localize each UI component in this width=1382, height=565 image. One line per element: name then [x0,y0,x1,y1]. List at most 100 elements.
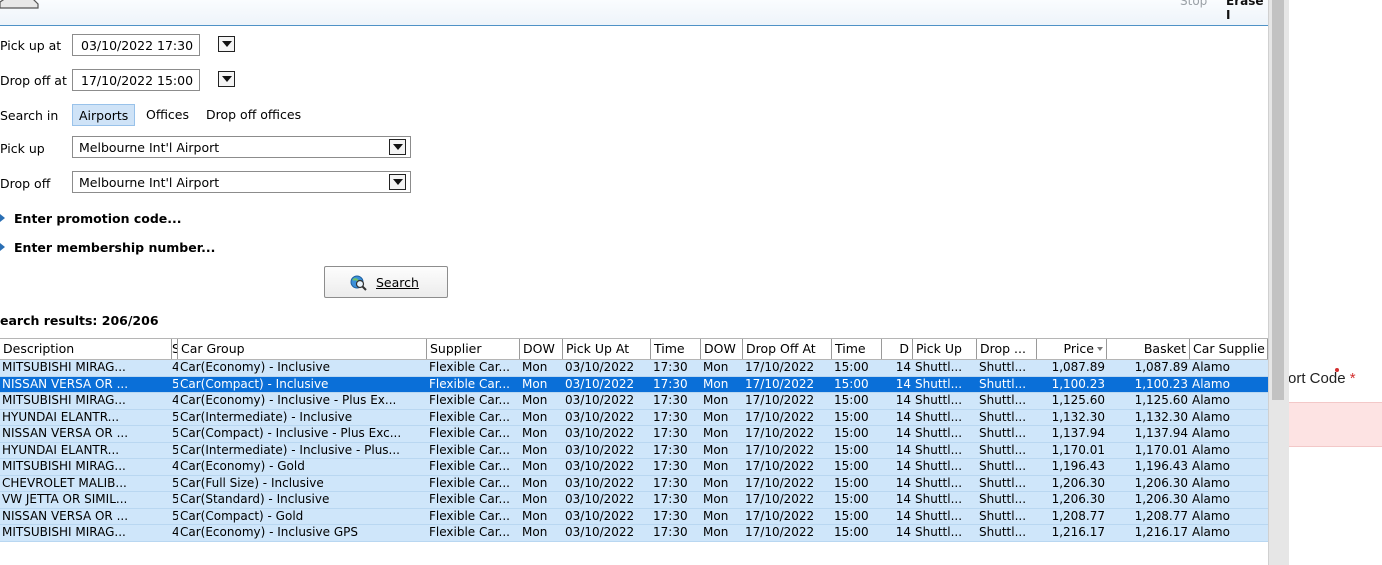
cell-dropoff-dow: Mon [703,525,729,539]
table-row[interactable]: NISSAN VERSA OR ... 5 Car(Compact) - Inclu… [0,426,1268,443]
column-header-car-group[interactable]: Car Group [178,339,427,359]
cell-price: 1,206.30 [1051,492,1105,506]
table-row[interactable]: HYUNDAI ELANTR... 5 Car(Intermediate) - In… [0,409,1268,426]
cell-dropoff-date: 17/10/2022 [745,393,815,407]
table-row[interactable]: MITSUBISHI MIRAG... 4 Car(Economy) - Inclu… [0,525,1268,542]
dropoff-location-dropdown-icon[interactable] [389,174,406,190]
cell-pickup-type: Shuttl... [915,492,963,506]
cell-pickup-time: 17:30 [653,508,688,523]
cell-dropoff-time: 15:00 [834,525,869,539]
cell-days: 14 [895,492,911,506]
column-header-price[interactable]: Price [1037,339,1107,359]
table-row[interactable]: CHEVROLET MALIB... 5 Car(Full Size) - Incl… [0,475,1268,492]
cell-dropoff-type: Shuttl... [979,459,1027,473]
cell-days: 14 [895,409,911,424]
cell-pickup-time: 17:30 [653,475,688,490]
cell-basket: 1,170.01 [1134,442,1188,457]
cell-car-supplier: Alamo [1192,459,1230,473]
cell-dropoff-time: 15:00 [834,376,869,391]
column-header-dropoff-type[interactable]: Drop ... [977,339,1037,359]
cell-dropoff-dow: Mon [703,459,729,473]
search-in-airports[interactable]: Airports [72,104,136,126]
cell-dropoff-time: 15:00 [834,459,869,473]
cell-dropoff-dow: Mon [703,360,729,374]
column-header-label: Supplier [430,341,482,356]
pickup-location-select[interactable]: Melbourne Int'l Airport [72,136,411,158]
cell-pickup-dow: Mon [522,442,548,457]
column-header-days[interactable]: D [882,339,913,359]
cell-days: 14 [895,376,911,391]
table-row[interactable]: MITSUBISHI MIRAG... 4 Car(Economy) - Gold F… [0,459,1268,476]
cell-dropoff-time: 15:00 [834,426,869,440]
cell-description: NISSAN VERSA OR ... [2,508,129,523]
cell-pickup-type: Shuttl... [915,376,963,391]
dropoff-datetime-field[interactable]: 17/10/2022 15:00 [72,69,200,91]
cell-dropoff-dow: Mon [703,426,729,440]
column-header-supplier[interactable]: Supplier [427,339,520,359]
search-results-count: earch results: 206/206 [0,313,159,328]
column-header-pickup-type[interactable]: Pick Up [913,339,977,359]
cell-pickup-time: 17:30 [653,426,688,440]
column-header-car-supplier[interactable]: Car Supplie [1190,339,1268,359]
table-row[interactable]: NISSAN VERSA OR ... 5 Car(Compact) - Gold F… [0,508,1268,525]
cell-pickup-dow: Mon [522,492,548,506]
cell-pickup-type: Shuttl... [915,393,963,407]
cell-days: 14 [895,508,911,523]
column-header-label: Pick Up [916,341,962,356]
cell-supplier: Flexible Car... [429,376,510,391]
search-in-offices[interactable]: Offices [140,104,195,126]
cell-price: 1,208.77 [1051,508,1105,523]
column-header-description[interactable]: Description [0,339,172,359]
membership-number-expander[interactable]: Enter membership number... [0,240,215,255]
dropoff-location-select[interactable]: Melbourne Int'l Airport [72,171,411,193]
table-row[interactable]: NISSAN VERSA OR ... 5 Car(Compact) - Inclu… [0,376,1268,393]
search-in-dropoff-offices[interactable]: Drop off offices [200,104,307,126]
cell-basket: 1,216.17 [1134,525,1188,539]
column-header-dropoff-date[interactable]: Drop Off At [743,339,832,359]
column-header-dropoff-time[interactable]: Time [832,339,882,359]
window-scrollbar-thumb[interactable] [1272,0,1284,400]
table-row[interactable]: VW JETTA OR SIMIL... 5 Car(Standard) - Inc… [0,492,1268,509]
pickup-datetime-field[interactable]: 03/10/2022 17:30 [72,34,200,56]
promotion-code-expander[interactable]: Enter promotion code... [0,211,182,226]
search-button[interactable]: Search [324,266,448,298]
cell-price: 1,206.30 [1051,475,1105,490]
erase-button[interactable]: Erase I [1226,0,1268,22]
column-header-label: DOW [704,341,736,356]
cell-basket: 1,137.94 [1134,426,1188,440]
window-header: Stop Erase I [0,0,1268,26]
airport-code-input[interactable] [1288,402,1382,447]
table-row[interactable]: MITSUBISHI MIRAG... 4 Car(Economy) - Inclu… [0,360,1268,377]
pickup-datetime-dropdown-icon[interactable] [218,36,235,52]
column-header-dropoff-dow[interactable]: DOW [701,339,743,359]
cell-pickup-dow: Mon [522,475,548,490]
table-row[interactable]: MITSUBISHI MIRAG... 4 Car(Economy) - Inclu… [0,393,1268,410]
cell-pickup-type: Shuttl... [915,426,963,440]
cell-car-group: Car(Full Size) - Inclusive [180,475,324,490]
table-row[interactable]: HYUNDAI ELANTR... 5 Car(Intermediate) - In… [0,442,1268,459]
dropoff-label: Drop off [0,176,51,191]
dropoff-datetime-dropdown-icon[interactable] [218,71,235,87]
column-header-pickup-time[interactable]: Time [651,339,701,359]
required-dot [1335,368,1339,372]
cell-pickup-date: 03/10/2022 [565,426,635,440]
cell-days: 14 [895,426,911,440]
column-header-pickup-date[interactable]: Pick Up At [563,339,651,359]
cell-description: NISSAN VERSA OR ... [2,426,129,440]
car-search-window: Stop Erase I Pick up at 03/10/2022 17:30… [0,0,1268,565]
column-header-label: DOW [523,341,555,356]
cell-pickup-time: 17:30 [653,376,688,391]
stop-button[interactable]: Stop [1180,0,1207,8]
cell-dropoff-type: Shuttl... [979,525,1027,539]
column-header-pickup-dow[interactable]: DOW [520,339,563,359]
column-header-basket[interactable]: Basket [1107,339,1190,359]
pickup-location-dropdown-icon[interactable] [389,139,406,155]
search-in-label: Search in [0,108,59,123]
cell-pickup-type: Shuttl... [915,459,963,473]
dropoff-location-value: Melbourne Int'l Airport [79,175,220,190]
cell-basket: 1,206.30 [1134,475,1188,490]
cell-car-supplier: Alamo [1192,393,1230,407]
cell-dropoff-dow: Mon [703,409,729,424]
cell-pickup-type: Shuttl... [915,360,963,374]
cell-car-supplier: Alamo [1192,376,1230,391]
